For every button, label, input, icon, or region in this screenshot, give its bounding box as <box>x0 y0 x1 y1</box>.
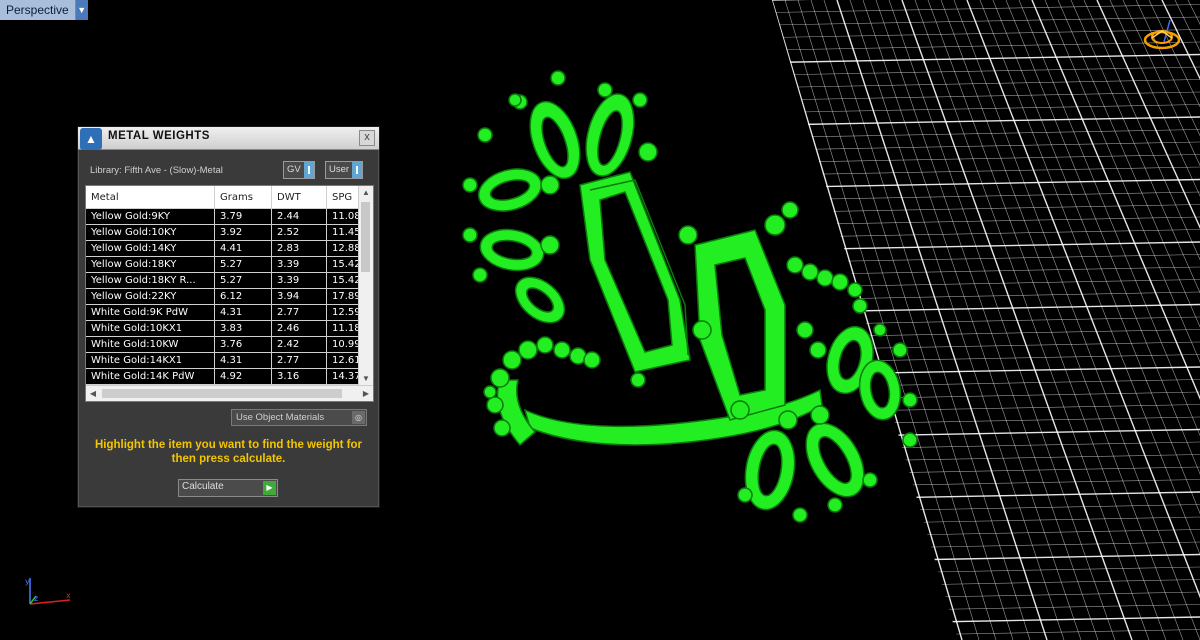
metal-name-cell: White Gold:9K PdW <box>86 304 215 321</box>
svg-text:z: z <box>34 594 38 603</box>
grams-cell: 3.92 <box>214 224 272 241</box>
grams-cell: 4.31 <box>214 304 272 321</box>
calculate-label: Calculate <box>182 481 224 492</box>
chevron-down-icon[interactable]: ▼ <box>75 0 88 20</box>
calculate-button[interactable]: Calculate ▶ <box>178 479 278 497</box>
toggle-switch-icon <box>352 162 363 178</box>
metal-name-cell: White Gold:14K PdW <box>86 368 215 385</box>
dwt-cell: 3.39 <box>271 272 327 289</box>
metal-name-cell: Yellow Gold:22KY <box>86 288 215 305</box>
horizontal-scrollbar[interactable]: ◀ ▶ <box>86 385 373 401</box>
scrollbar-thumb[interactable] <box>102 389 342 398</box>
grams-cell: 6.12 <box>214 288 272 305</box>
grams-cell: 4.92 <box>214 368 272 385</box>
viewport-label[interactable]: Perspective ▼ <box>0 0 88 20</box>
grams-cell: 4.31 <box>214 352 272 369</box>
grams-cell: 3.79 <box>214 208 272 225</box>
app-logo-icon: ▲ <box>80 128 102 150</box>
table-header-row: Metal Grams DWT SPG <box>86 186 372 209</box>
metal-name-cell: White Gold:14KX1 <box>86 352 215 369</box>
table-row[interactable]: Yellow Gold:22KY 6.12 3.94 17.89 <box>86 288 372 305</box>
dwt-cell: 2.42 <box>271 336 327 353</box>
column-header-metal[interactable]: Metal <box>86 186 215 209</box>
use-object-materials-label: Use Object Materials <box>236 412 325 423</box>
dwt-cell: 3.94 <box>271 288 327 305</box>
settings-icon: ◎ <box>352 411 365 424</box>
scroll-left-icon[interactable]: ◀ <box>86 386 100 401</box>
table-row[interactable]: White Gold:9K PdW 4.31 2.77 12.59 <box>86 304 372 321</box>
close-icon[interactable]: x <box>359 130 375 146</box>
axis-gizmo-icon: y z x <box>25 577 71 605</box>
svg-text:y: y <box>25 577 30 586</box>
dwt-cell: 2.46 <box>271 320 327 337</box>
grams-cell: 4.41 <box>214 240 272 257</box>
instruction-text: Highlight the item you want to find the … <box>94 439 363 465</box>
dwt-cell: 2.44 <box>271 208 327 225</box>
dwt-cell: 2.52 <box>271 224 327 241</box>
use-object-materials-button[interactable]: Use Object Materials ◎ <box>231 409 367 426</box>
column-header-grams[interactable]: Grams <box>214 186 272 209</box>
panel-titlebar[interactable]: ▲ METAL WEIGHTS x <box>78 127 379 150</box>
user-toggle[interactable]: User <box>325 161 364 179</box>
scroll-right-icon[interactable]: ▶ <box>359 386 373 401</box>
library-label: Library: Fifth Ave - (Slow)-Metal <box>90 165 223 176</box>
grams-cell: 5.27 <box>214 256 272 273</box>
scroll-up-icon[interactable]: ▲ <box>359 186 373 200</box>
table-row[interactable]: White Gold:10KX1 3.83 2.46 11.18 <box>86 320 372 337</box>
svg-text:x: x <box>66 591 71 600</box>
gv-toggle[interactable]: GV <box>283 161 315 179</box>
ring-3d-model[interactable] <box>440 60 940 540</box>
dwt-cell: 2.83 <box>271 240 327 257</box>
viewport-label-text: Perspective <box>0 0 76 20</box>
table-row[interactable]: Yellow Gold:18KY R... 5.27 3.39 15.42 <box>86 272 372 289</box>
gv-toggle-label: GV <box>284 162 304 178</box>
table-row[interactable]: White Gold:14KX1 4.31 2.77 12.61 <box>86 352 372 369</box>
table-row[interactable]: Yellow Gold:18KY 5.27 3.39 15.42 <box>86 256 372 273</box>
metal-name-cell: Yellow Gold:10KY <box>86 224 215 241</box>
view-navigation-icon[interactable] <box>1138 20 1186 60</box>
table-row[interactable]: White Gold:10KW 3.76 2.42 10.99 <box>86 336 372 353</box>
toggle-switch-icon <box>303 162 314 178</box>
table-row[interactable]: White Gold:14K PdW 4.92 3.16 14.37 <box>86 368 372 385</box>
metal-name-cell: Yellow Gold:18KY R... <box>86 272 215 289</box>
table-row[interactable]: Yellow Gold:10KY 3.92 2.52 11.45 <box>86 224 372 241</box>
table-row[interactable]: Yellow Gold:9KY 3.79 2.44 11.08 <box>86 208 372 225</box>
3d-viewport[interactable]: Perspective ▼ ▲ METAL WEIGHTS x Library:… <box>0 0 1200 640</box>
metal-name-cell: White Gold:10KW <box>86 336 215 353</box>
metal-name-cell: Yellow Gold:9KY <box>86 208 215 225</box>
grams-cell: 3.76 <box>214 336 272 353</box>
panel-title: METAL WEIGHTS <box>108 130 210 142</box>
user-toggle-label: User <box>326 162 353 178</box>
grams-cell: 3.83 <box>214 320 272 337</box>
dwt-cell: 3.39 <box>271 256 327 273</box>
metal-name-cell: Yellow Gold:14KY <box>86 240 215 257</box>
dwt-cell: 2.77 <box>271 304 327 321</box>
table-row[interactable]: Yellow Gold:14KY 4.41 2.83 12.88 <box>86 240 372 257</box>
dwt-cell: 2.77 <box>271 352 327 369</box>
dwt-cell: 3.16 <box>271 368 327 385</box>
scroll-down-icon[interactable]: ▼ <box>359 372 373 386</box>
vertical-scrollbar[interactable]: ▲ ▼ <box>358 186 373 386</box>
grams-cell: 5.27 <box>214 272 272 289</box>
metal-name-cell: Yellow Gold:18KY <box>86 256 215 273</box>
metal-table[interactable]: Metal Grams DWT SPG Yellow Gold:9KY 3.79 2… <box>85 185 374 402</box>
metal-weights-panel: ▲ METAL WEIGHTS x Library: Fifth Ave - (… <box>77 126 380 508</box>
column-header-dwt[interactable]: DWT <box>271 186 327 209</box>
scrollbar-thumb[interactable] <box>361 202 370 272</box>
play-icon: ▶ <box>263 481 276 495</box>
metal-name-cell: White Gold:10KX1 <box>86 320 215 337</box>
